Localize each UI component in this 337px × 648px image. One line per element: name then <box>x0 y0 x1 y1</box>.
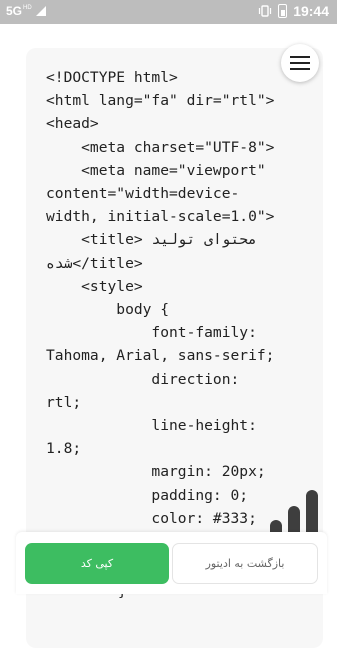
code-line: font-family: <box>46 324 257 342</box>
status-left: 5G HD <box>6 4 46 18</box>
copy-code-button[interactable]: کپی کد <box>25 543 169 584</box>
code-line: width, initial-scale=1.0"> <box>46 208 275 226</box>
signal-icon <box>35 6 46 16</box>
code-line: <title> محتوای تولید <box>46 231 257 249</box>
status-bar: 5G HD 19:44 <box>0 0 337 24</box>
back-to-editor-button[interactable]: بازگشت به ادیتور <box>172 543 318 584</box>
code-line: color: #333; <box>46 509 257 527</box>
code-line: rtl; <box>46 393 82 411</box>
code-line: content="width=device- <box>46 185 240 203</box>
code-line: body { <box>46 301 170 319</box>
network-sup: HD <box>23 5 32 11</box>
network-label: 5G <box>6 4 23 18</box>
code-line: <!DOCTYPE html> <box>46 69 178 86</box>
code-line: direction: <box>46 370 240 388</box>
code-line: <meta charset="UTF-8"> <box>46 138 275 156</box>
code-line: <head> <box>46 115 99 133</box>
status-time: 19:44 <box>293 3 329 19</box>
status-right: 19:44 <box>258 3 329 19</box>
code-line: line-height: <box>46 417 257 435</box>
code-line: 1.8; <box>46 440 82 458</box>
code-line: Tahoma, Arial, sans-serif; <box>46 347 275 365</box>
code-line: <meta name="viewport" <box>46 161 266 179</box>
battery-icon <box>278 4 288 18</box>
code-line: شده</title> <box>46 254 143 272</box>
hamburger-menu-icon[interactable] <box>281 44 319 82</box>
code-line: <style> <box>46 277 143 295</box>
code-line: padding: 0; <box>46 486 249 504</box>
vibrate-icon <box>259 5 272 17</box>
code-line: margin: 20px; <box>46 463 266 481</box>
code-line: <html lang="fa" dir="rtl"> <box>46 92 275 110</box>
code-block: <!DOCTYPE html> <html lang="fa" dir="rtl"… <box>46 66 274 530</box>
